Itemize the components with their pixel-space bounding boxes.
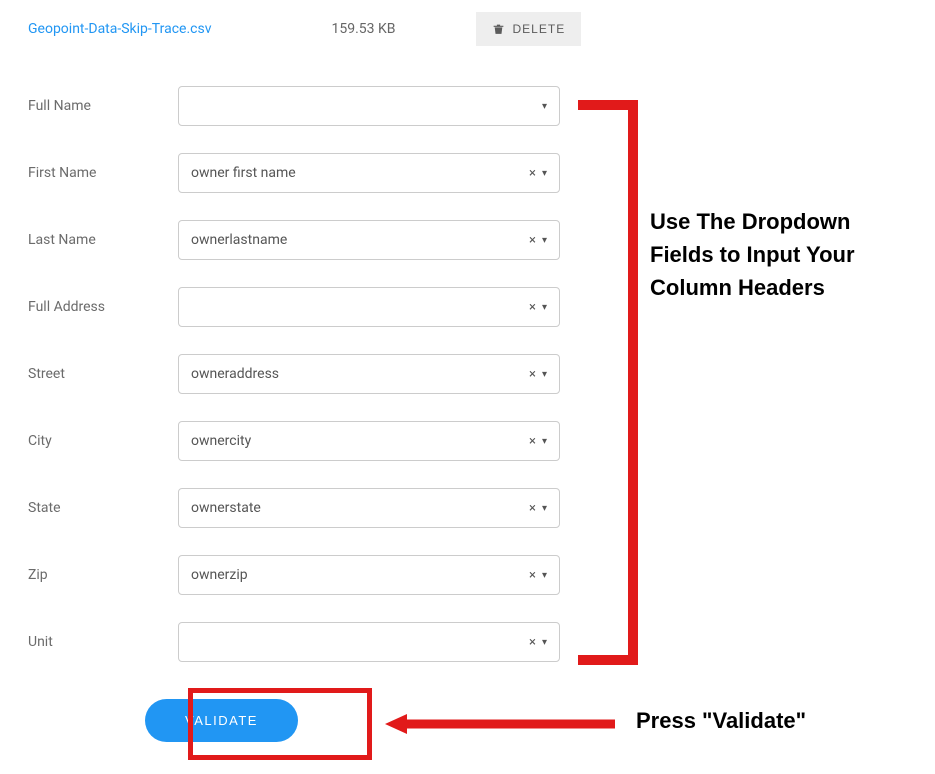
field-label: Zip	[28, 567, 178, 583]
annotation-press-note: Press "Validate"	[636, 708, 806, 734]
clear-icon[interactable]: ×	[529, 233, 536, 248]
dropdown-state[interactable]: ownerstate× ▾	[178, 488, 560, 528]
field-label: City	[28, 433, 178, 449]
field-label: First Name	[28, 165, 178, 181]
delete-button[interactable]: DELETE	[476, 12, 582, 46]
chevron-down-icon: ▾	[542, 101, 547, 112]
chevron-down-icon: ▾	[542, 503, 547, 514]
file-link[interactable]: Geopoint-Data-Skip-Trace.csv	[28, 21, 212, 37]
field-label: Full Name	[28, 98, 178, 114]
field-label: Full Address	[28, 299, 178, 315]
dropdown-value: ownerlastname	[191, 232, 529, 248]
annotation-arrow	[385, 712, 615, 736]
chevron-down-icon: ▾	[542, 637, 547, 648]
clear-icon[interactable]: ×	[529, 367, 536, 382]
dropdown-value: ownerzip	[191, 567, 529, 583]
chevron-down-icon: ▾	[542, 302, 547, 313]
clear-icon[interactable]: ×	[529, 300, 536, 315]
field-label: Last Name	[28, 232, 178, 248]
dropdown-unit[interactable]: ×▾	[178, 622, 560, 662]
dropdown-value: owner first name	[191, 165, 529, 181]
clear-icon[interactable]: ×	[529, 568, 536, 583]
dropdown-zip[interactable]: ownerzip× ▾	[178, 555, 560, 595]
validate-button[interactable]: VALIDATE	[145, 699, 298, 742]
trash-icon	[492, 22, 505, 36]
chevron-down-icon: ▾	[542, 235, 547, 246]
dropdown-last-name[interactable]: ownerlastname× ▾	[178, 220, 560, 260]
delete-label: DELETE	[513, 22, 566, 36]
annotation-dropdown-note: Use The Dropdown Fields to Input Your Co…	[650, 205, 910, 304]
dropdown-value: owneraddress	[191, 366, 529, 382]
dropdown-value: ownerstate	[191, 500, 529, 516]
clear-icon[interactable]: ×	[529, 501, 536, 516]
dropdown-first-name[interactable]: owner first name× ▾	[178, 153, 560, 193]
file-size: 159.53 KB	[332, 21, 396, 37]
field-label: State	[28, 500, 178, 516]
dropdown-full-name[interactable]: ▾	[178, 86, 560, 126]
field-label: Unit	[28, 634, 178, 650]
dropdown-city[interactable]: ownercity× ▾	[178, 421, 560, 461]
field-label: Street	[28, 366, 178, 382]
chevron-down-icon: ▾	[542, 436, 547, 447]
dropdown-full-address[interactable]: ×▾	[178, 287, 560, 327]
chevron-down-icon: ▾	[542, 570, 547, 581]
dropdown-street[interactable]: owneraddress× ▾	[178, 354, 560, 394]
chevron-down-icon: ▾	[542, 369, 547, 380]
clear-icon[interactable]: ×	[529, 166, 536, 181]
dropdown-value: ownercity	[191, 433, 529, 449]
clear-icon[interactable]: ×	[529, 434, 536, 449]
chevron-down-icon: ▾	[542, 168, 547, 179]
clear-icon[interactable]: ×	[529, 635, 536, 650]
